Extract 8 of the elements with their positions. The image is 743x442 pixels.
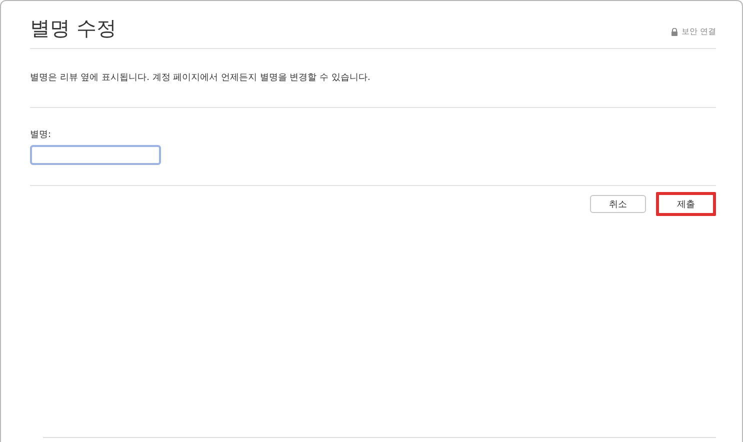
nickname-input[interactable] (30, 145, 161, 165)
page-title: 별명 수정 (30, 15, 116, 42)
submit-button[interactable]: 제출 (656, 192, 716, 216)
lock-icon (671, 28, 678, 36)
secure-connection-label: 보안 연결 (681, 26, 716, 37)
cancel-button[interactable]: 취소 (590, 195, 646, 213)
description-text: 별명은 리뷰 옆에 표시됩니다. 계정 페이지에서 언제든지 별명을 변경할 수 있습니다. (30, 49, 716, 108)
field-label: 별명: (30, 129, 52, 141)
